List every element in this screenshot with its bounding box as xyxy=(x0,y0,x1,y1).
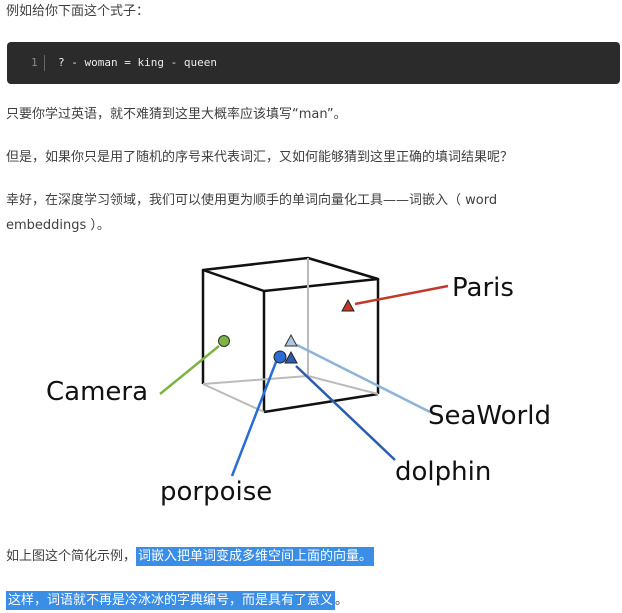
caption-prefix: 如上图这个简化示例， xyxy=(6,549,137,564)
porpoise-connector xyxy=(230,361,278,477)
dolphin-label: dolphin xyxy=(395,457,491,487)
porpoise-marker xyxy=(273,350,287,364)
paragraph-meaning: 这样，词语就不再是冷冰冰的字典编号，而是具有了意义。 xyxy=(6,589,348,613)
dolphin-marker xyxy=(284,350,298,364)
code-line-number: 1 xyxy=(31,55,45,71)
paragraph-diagram-caption: 如上图这个简化示例， 词嵌入把单词变成多维空间上面的向量。 xyxy=(6,545,375,569)
meaning-suffix: 。 xyxy=(335,593,349,608)
meaning-highlight: 这样，词语就不再是冷冰冰的字典编号，而是具有了意义 xyxy=(6,591,336,610)
paragraph-man: 只要你学过英语，就不难猜到这里大概率应该填写“man”。 xyxy=(6,107,347,122)
paris-connector xyxy=(354,284,449,306)
paragraph-word-embeddings-line2: embeddings ）。 xyxy=(6,218,110,233)
paris-marker xyxy=(341,298,355,312)
code-text: ? - woman = king - queen xyxy=(58,56,217,69)
paragraph-word-embeddings-line1: 幸好，在深度学习领域，我们可以使用更为顺手的单词向量化工具——词嵌入（ word xyxy=(6,193,498,208)
caption-highlight: 词嵌入把单词变成多维空间上面的向量。 xyxy=(136,547,375,566)
code-block: 1 ? - woman = king - queen xyxy=(7,42,620,84)
porpoise-label: porpoise xyxy=(160,477,272,507)
camera-marker xyxy=(218,335,230,347)
dolphin-connector xyxy=(295,365,396,461)
paris-label: Paris xyxy=(452,273,514,303)
intro-text: 例如给你下面这个式子： xyxy=(6,4,150,19)
camera-label: Camera xyxy=(46,377,148,407)
word-embedding-diagram: Paris Camera SeaWorld dolphin porpoise xyxy=(46,256,551,507)
paragraph-question: 但是，如果你只是用了随机的序号来代表词汇，又如何能够猜到这里正确的填词结果呢？ xyxy=(6,150,514,165)
seaworld-marker xyxy=(284,333,298,347)
seaworld-label: SeaWorld xyxy=(428,401,551,431)
